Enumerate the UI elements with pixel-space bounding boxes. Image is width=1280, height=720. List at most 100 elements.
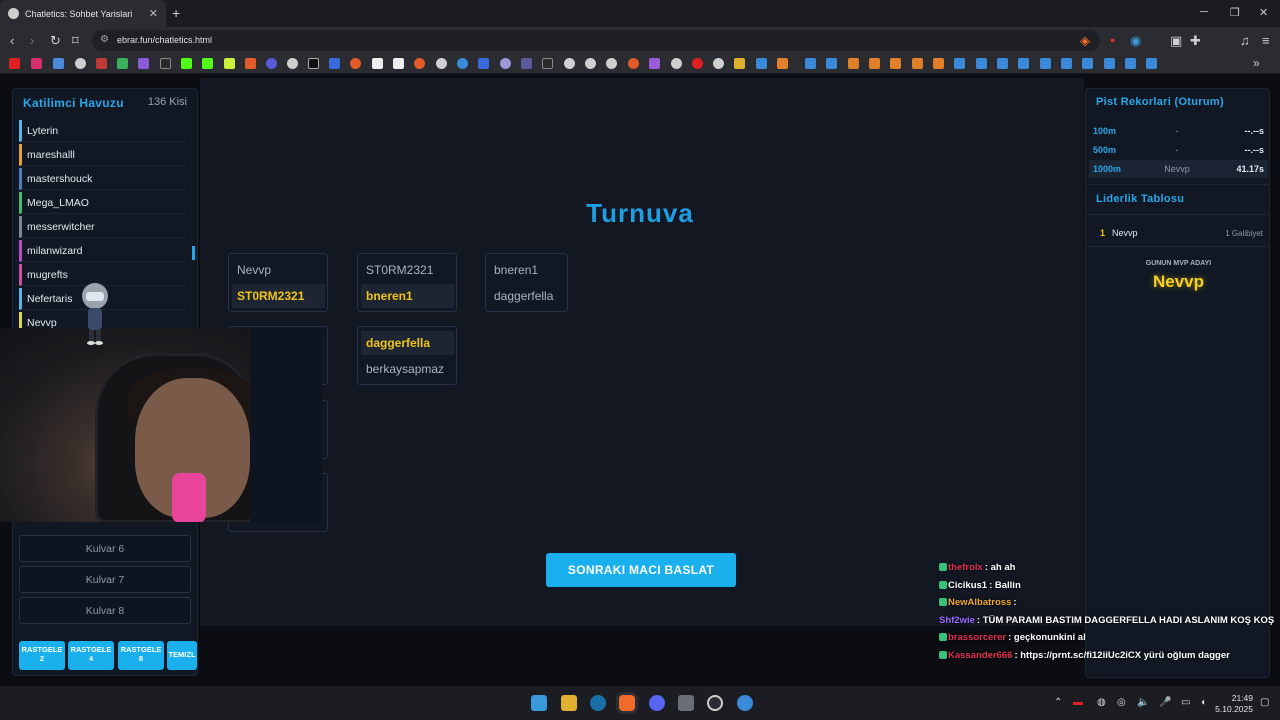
steam-bookmark-icon[interactable] [1125,58,1136,69]
bookmark-icon[interactable] [287,58,298,69]
bookmark-icon[interactable] [53,58,64,69]
extensions-puzzle-icon[interactable]: ✚ [1190,33,1201,49]
youtube-bookmark-icon[interactable] [9,58,20,69]
bookmark-icon[interactable] [75,58,86,69]
steam-bookmark-icon[interactable] [976,58,987,69]
bookmark-icon[interactable] [245,58,256,69]
extension-icon[interactable]: ▣ [1170,33,1182,49]
tray-steam-icon[interactable]: ◎ [1117,697,1126,708]
bookmark-icon[interactable] [478,58,489,69]
more-bookmarks-icon[interactable]: » [1253,56,1260,70]
bookmark-icon[interactable]: ⌑ [72,33,79,49]
bookmark-icon[interactable] [848,58,859,69]
brave-browser-icon[interactable] [619,695,635,711]
bookmark-icon[interactable] [521,58,532,69]
back-icon[interactable]: ‹ [10,33,14,48]
steam-bookmark-icon[interactable] [1146,58,1157,69]
steam-bookmark-icon[interactable] [1104,58,1115,69]
gmail-bookmark-icon[interactable] [96,58,107,69]
volume-icon[interactable]: 🔈 [1137,697,1149,708]
instagram-bookmark-icon[interactable] [31,58,42,69]
chat-badge-icon [939,598,947,606]
bookmark-icon[interactable] [329,58,340,69]
ublock-icon[interactable]: ● [1110,35,1115,45]
folder-bookmark-icon[interactable] [734,58,745,69]
site-info-icon[interactable]: ⚙ [100,34,109,45]
bookmark-icon[interactable] [777,58,788,69]
steam-bookmark-icon[interactable] [954,58,965,69]
tray-app-icon[interactable]: ▬ [1073,697,1083,708]
bookmark-icon[interactable] [692,58,703,69]
close-tab-icon[interactable]: ✕ [149,7,158,20]
network-icon[interactable]: ▭ [1181,697,1190,708]
clear-button[interactable]: TEMIZL [167,641,197,670]
address-bar[interactable]: ⚙ ebrar.fun/chatletics.html [92,30,1100,51]
scrollbar-thumb[interactable] [192,246,195,260]
random-2-button[interactable]: RASTGELE 2 [19,641,65,670]
bookmark-icon[interactable] [457,58,468,69]
minimize-icon[interactable]: ─ [1200,6,1208,18]
reddit-bookmark-icon[interactable] [350,58,361,69]
random-8-button[interactable]: RASTGELE 8 [118,641,164,670]
steam-icon[interactable] [590,695,606,711]
bookmark-icon[interactable] [671,58,682,69]
steam-bookmark-icon[interactable] [1018,58,1029,69]
bookmark-icon[interactable] [500,58,511,69]
start-next-match-button[interactable]: SONRAKI MACI BASLAT [546,553,736,587]
forward-icon[interactable]: › [30,33,34,48]
drive-bookmark-icon[interactable] [117,58,128,69]
app-icon[interactable] [678,695,694,711]
bookmark-icon[interactable] [542,58,553,69]
steam-bookmark-icon[interactable] [826,58,837,69]
browser-tab[interactable]: Chatletics: Sohbet Yarislari ✕ [0,0,166,27]
bookmark-icon[interactable] [266,58,277,69]
steam-bookmark-icon[interactable] [997,58,1008,69]
steam-bookmark-icon[interactable] [1082,58,1093,69]
bookmark-icon[interactable] [933,58,944,69]
random-4-button[interactable]: RASTGELE 4 [68,641,114,670]
x-bookmark-icon[interactable] [308,58,319,69]
discord-icon[interactable] [649,695,665,711]
bookmark-icon[interactable] [606,58,617,69]
brave-shield-icon[interactable]: ◈ [1080,33,1090,49]
bookmark-icon[interactable] [628,58,639,69]
maximize-icon[interactable]: ❐ [1230,6,1240,19]
steam-bookmark-icon[interactable] [1040,58,1051,69]
bookmark-icon[interactable] [912,58,923,69]
media-icon[interactable]: ♫ [1240,33,1250,48]
app-icon[interactable] [737,695,753,711]
steam-bookmark-icon[interactable] [756,58,767,69]
extension-icon[interactable]: ◉ [1130,33,1141,49]
bookmark-icon[interactable] [585,58,596,69]
kick-bookmark-icon[interactable] [181,58,192,69]
bookmark-icon[interactable] [564,58,575,69]
amazon-bookmark-icon[interactable] [393,58,404,69]
new-tab-icon[interactable]: + [172,5,180,21]
steam-bookmark-icon[interactable] [1061,58,1072,69]
tray-app-icon[interactable]: ◍ [1097,697,1106,708]
menu-icon[interactable]: ≡ [1262,33,1270,48]
bookmark-icon[interactable] [869,58,880,69]
reload-icon[interactable]: ↻ [50,33,61,49]
steam-bookmark-icon[interactable] [805,58,816,69]
file-explorer-icon[interactable] [561,695,577,711]
tray-expand-icon[interactable]: ⌃ [1054,697,1062,708]
bookmark-icon[interactable] [372,58,383,69]
bookmark-icon[interactable] [649,58,660,69]
start-icon[interactable] [531,695,547,711]
bookmark-icon[interactable] [224,58,235,69]
speaker-icon[interactable]: ◖ [1200,697,1206,708]
close-window-icon[interactable]: ✕ [1259,6,1268,19]
microphone-icon[interactable]: 🎤 [1159,697,1171,708]
obs-icon[interactable] [707,695,723,711]
twitch-bookmark-icon[interactable] [138,58,149,69]
url-text[interactable]: ebrar.fun/chatletics.html [117,35,212,45]
kick-bookmark-icon[interactable] [202,58,213,69]
bookmark-icon[interactable] [414,58,425,69]
bookmark-icon[interactable] [713,58,724,69]
bookmark-icon[interactable] [436,58,447,69]
clock[interactable]: 21:49 5.10.2025 [1215,693,1253,715]
bookmark-icon[interactable] [160,58,171,69]
notifications-icon[interactable]: ▢ [1260,697,1269,708]
bookmark-icon[interactable] [890,58,901,69]
